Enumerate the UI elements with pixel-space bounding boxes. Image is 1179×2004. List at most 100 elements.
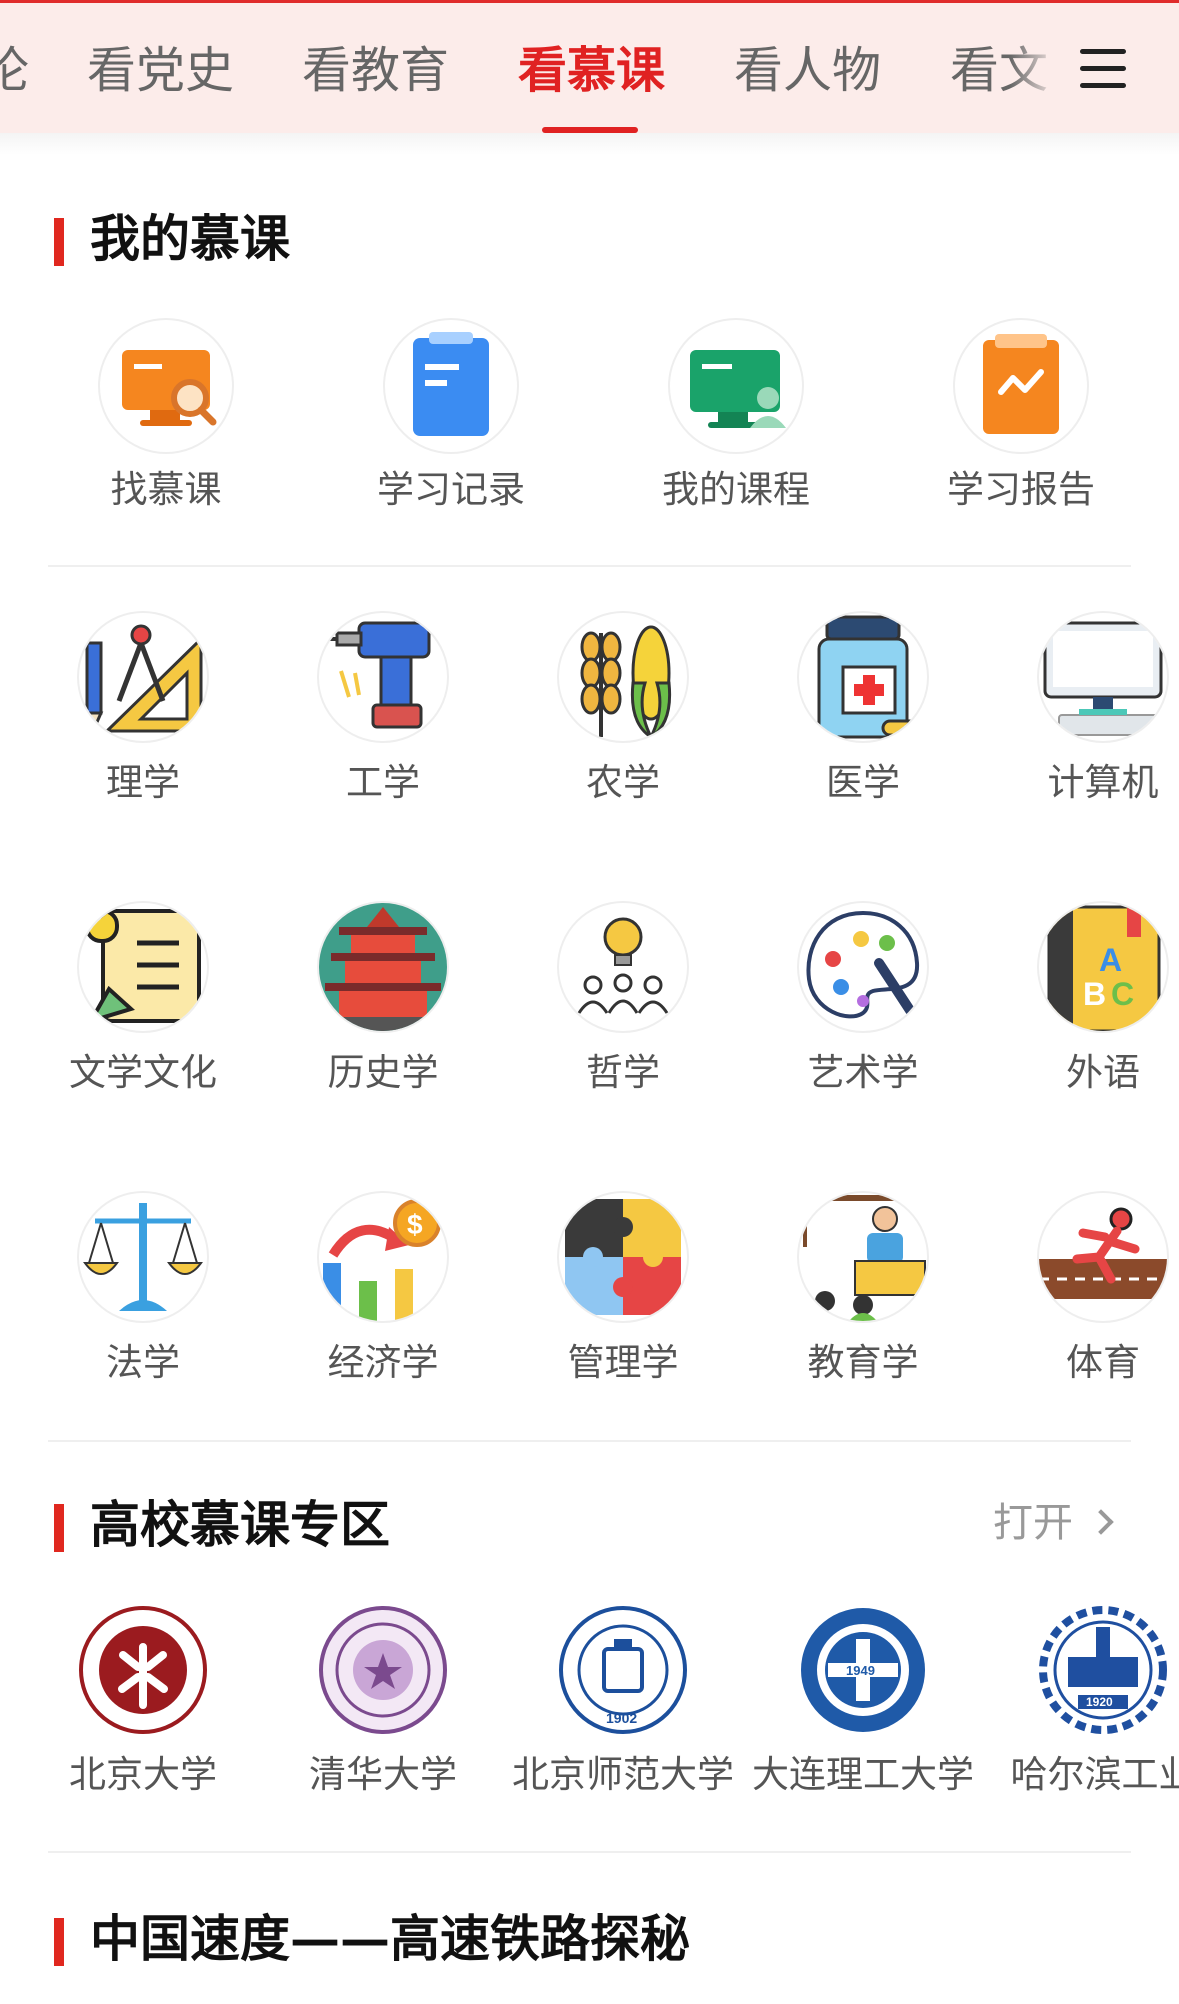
subject-sports[interactable]: 体育 [998, 1193, 1179, 1423]
bnu-logo-icon: 1902 [558, 1605, 688, 1735]
clipboard-icon [385, 320, 517, 452]
tab-mooc[interactable]: 看慕课 [518, 41, 665, 101]
menu-icon[interactable] [1080, 39, 1130, 99]
tab-partial-left[interactable]: 论 [0, 41, 29, 101]
section-title-my-mooc: 我的慕课 [90, 209, 290, 268]
subject-agriculture[interactable]: 农学 [518, 613, 728, 843]
section-marker [54, 218, 64, 266]
runner-icon [1039, 1193, 1167, 1321]
subject-computer[interactable]: 计算机 [998, 613, 1179, 843]
tab-people[interactable]: 看人物 [734, 41, 881, 101]
abc-book-icon: A B C [1039, 903, 1167, 1031]
svg-text:1902: 1902 [606, 1710, 637, 1726]
pagoda-icon [319, 903, 447, 1031]
university-bnu[interactable]: 1902 北京师范大学 [508, 1605, 738, 1825]
subject-label: 哲学 [586, 1051, 660, 1094]
medicine-bottle-icon [799, 613, 927, 741]
tab-shadow [0, 133, 1179, 155]
university-tsinghua[interactable]: 清华大学 [268, 1605, 498, 1825]
subject-foreign-language[interactable]: A B C 外语 [998, 903, 1179, 1133]
subject-label: 工学 [346, 761, 420, 804]
university-hit[interactable]: 1920 哈尔滨工业 [988, 1605, 1179, 1825]
chevron-right-icon [1087, 1509, 1114, 1535]
section-marker [54, 1918, 64, 1966]
university-dlut[interactable]: 1949 大连理工大学 [748, 1605, 978, 1825]
university-label: 北京大学 [69, 1753, 217, 1796]
section-title-railway: 中国速度——高速铁路探秘 [90, 1909, 690, 1968]
monitor-user-icon [670, 320, 802, 452]
monitor-search-icon [100, 320, 232, 452]
my-courses-button[interactable]: 我的课程 [626, 320, 846, 520]
subject-history[interactable]: 历史学 [278, 903, 488, 1133]
study-record-label: 学习记录 [377, 468, 525, 511]
subject-label: 经济学 [327, 1341, 439, 1384]
subject-label: 医学 [826, 761, 900, 804]
university-pku[interactable]: 北京大学 [28, 1605, 258, 1825]
palette-icon [799, 903, 927, 1031]
computer-icon [1039, 613, 1167, 741]
scroll-pen-icon [79, 903, 207, 1031]
tab-education[interactable]: 看教育 [302, 41, 449, 101]
subject-education[interactable]: 教育学 [758, 1193, 968, 1423]
subject-label: 文学文化 [69, 1051, 217, 1094]
find-mooc-button[interactable]: 找慕课 [56, 320, 276, 520]
university-label: 清华大学 [309, 1753, 457, 1796]
subject-literature[interactable]: 文学文化 [38, 903, 248, 1133]
subject-economics[interactable]: $ 经济学 [278, 1193, 488, 1423]
subject-label: 法学 [106, 1341, 180, 1384]
study-record-button[interactable]: 学习记录 [341, 320, 561, 520]
university-label: 大连理工大学 [752, 1753, 974, 1796]
subject-label: 体育 [1066, 1341, 1140, 1384]
top-tab-bar: 论 看党史 看教育 看慕课 看人物 看文 [0, 0, 1179, 133]
my-courses-label: 我的课程 [662, 468, 810, 511]
subject-art[interactable]: 艺术学 [758, 903, 968, 1133]
divider [48, 1440, 1131, 1442]
lightbulb-people-icon [559, 903, 687, 1031]
compass-ruler-icon [79, 613, 207, 741]
wheat-corn-icon [559, 613, 687, 741]
subject-label: 管理学 [567, 1341, 679, 1384]
svg-text:A: A [1099, 942, 1122, 978]
open-label: 打开 [993, 1500, 1073, 1546]
divider [48, 565, 1131, 567]
section-marker [54, 1504, 64, 1552]
university-label: 北京师范大学 [512, 1753, 734, 1796]
svg-text:B: B [1083, 976, 1106, 1012]
svg-text:1949: 1949 [846, 1663, 875, 1678]
svg-text:C: C [1111, 976, 1134, 1012]
university-label: 哈尔滨工业 [1010, 1753, 1179, 1796]
svg-text:1920: 1920 [1086, 1695, 1113, 1709]
subject-label: 外语 [1066, 1051, 1140, 1094]
subject-management[interactable]: 管理学 [518, 1193, 728, 1423]
teacher-icon [799, 1193, 927, 1321]
open-universities-link[interactable]: 打开 [993, 1496, 1114, 1550]
section-title-universities: 高校慕课专区 [90, 1495, 390, 1554]
subject-label: 计算机 [1047, 761, 1159, 804]
subject-label: 农学 [586, 761, 660, 804]
subject-philosophy[interactable]: 哲学 [518, 903, 728, 1133]
drill-icon [319, 613, 447, 741]
pku-logo-icon [78, 1605, 208, 1735]
subject-medicine[interactable]: 医学 [758, 613, 968, 843]
subject-science[interactable]: 理学 [38, 613, 248, 843]
dlut-logo-icon: 1949 [798, 1605, 928, 1735]
subject-label: 教育学 [807, 1341, 919, 1384]
find-mooc-label: 找慕课 [110, 468, 222, 511]
subject-label: 历史学 [327, 1051, 439, 1094]
hit-logo-icon: 1920 [1038, 1605, 1168, 1735]
svg-text:$: $ [407, 1209, 423, 1240]
growth-chart-icon: $ [319, 1193, 447, 1321]
subject-label: 艺术学 [807, 1051, 919, 1094]
tab-party-history[interactable]: 看党史 [87, 41, 234, 101]
tsinghua-logo-icon [318, 1605, 448, 1735]
subject-engineering[interactable]: 工学 [278, 613, 488, 843]
scales-icon [79, 1193, 207, 1321]
subject-label: 理学 [106, 761, 180, 804]
subject-law[interactable]: 法学 [38, 1193, 248, 1423]
divider [48, 1851, 1131, 1853]
study-report-label: 学习报告 [947, 468, 1095, 511]
report-chart-icon [955, 320, 1087, 452]
study-report-button[interactable]: 学习报告 [911, 320, 1131, 520]
puzzle-icon [559, 1193, 687, 1321]
tab-fade [1010, 3, 1080, 133]
